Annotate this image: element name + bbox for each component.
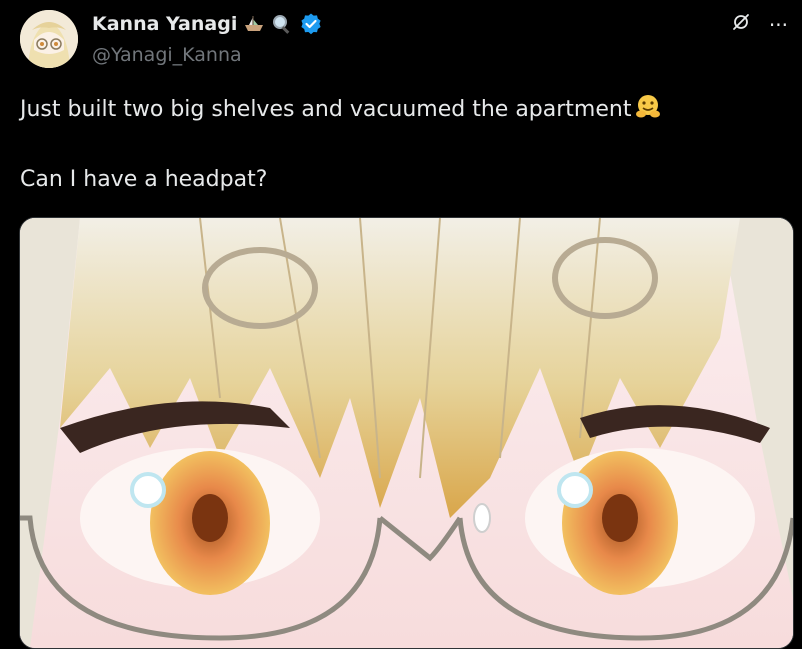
hug-emoji-icon xyxy=(633,92,663,132)
tweet-line-1: Just built two big shelves and vacuumed … xyxy=(20,97,632,122)
more-options-icon[interactable]: ··· xyxy=(769,13,788,37)
boat-emoji-icon xyxy=(243,13,265,35)
tweet-actions: ··· xyxy=(731,12,788,37)
avatar-image xyxy=(20,10,78,68)
author-handle[interactable]: @Yanagi_Kanna xyxy=(92,44,242,66)
tweet-text: Just built two big shelves and vacuumed … xyxy=(20,92,780,196)
grok-icon[interactable] xyxy=(731,12,751,37)
anime-eyes-illustration xyxy=(20,218,793,648)
tweet-line-2: Can I have a headpat? xyxy=(20,167,268,192)
author-name-row: Kanna Yanagi xyxy=(92,12,323,36)
magnifier-emoji-icon xyxy=(271,13,293,35)
tweet-media-image[interactable] xyxy=(19,217,794,649)
verified-badge-icon[interactable] xyxy=(299,12,323,36)
avatar[interactable] xyxy=(20,10,78,68)
display-name[interactable]: Kanna Yanagi xyxy=(92,13,237,35)
